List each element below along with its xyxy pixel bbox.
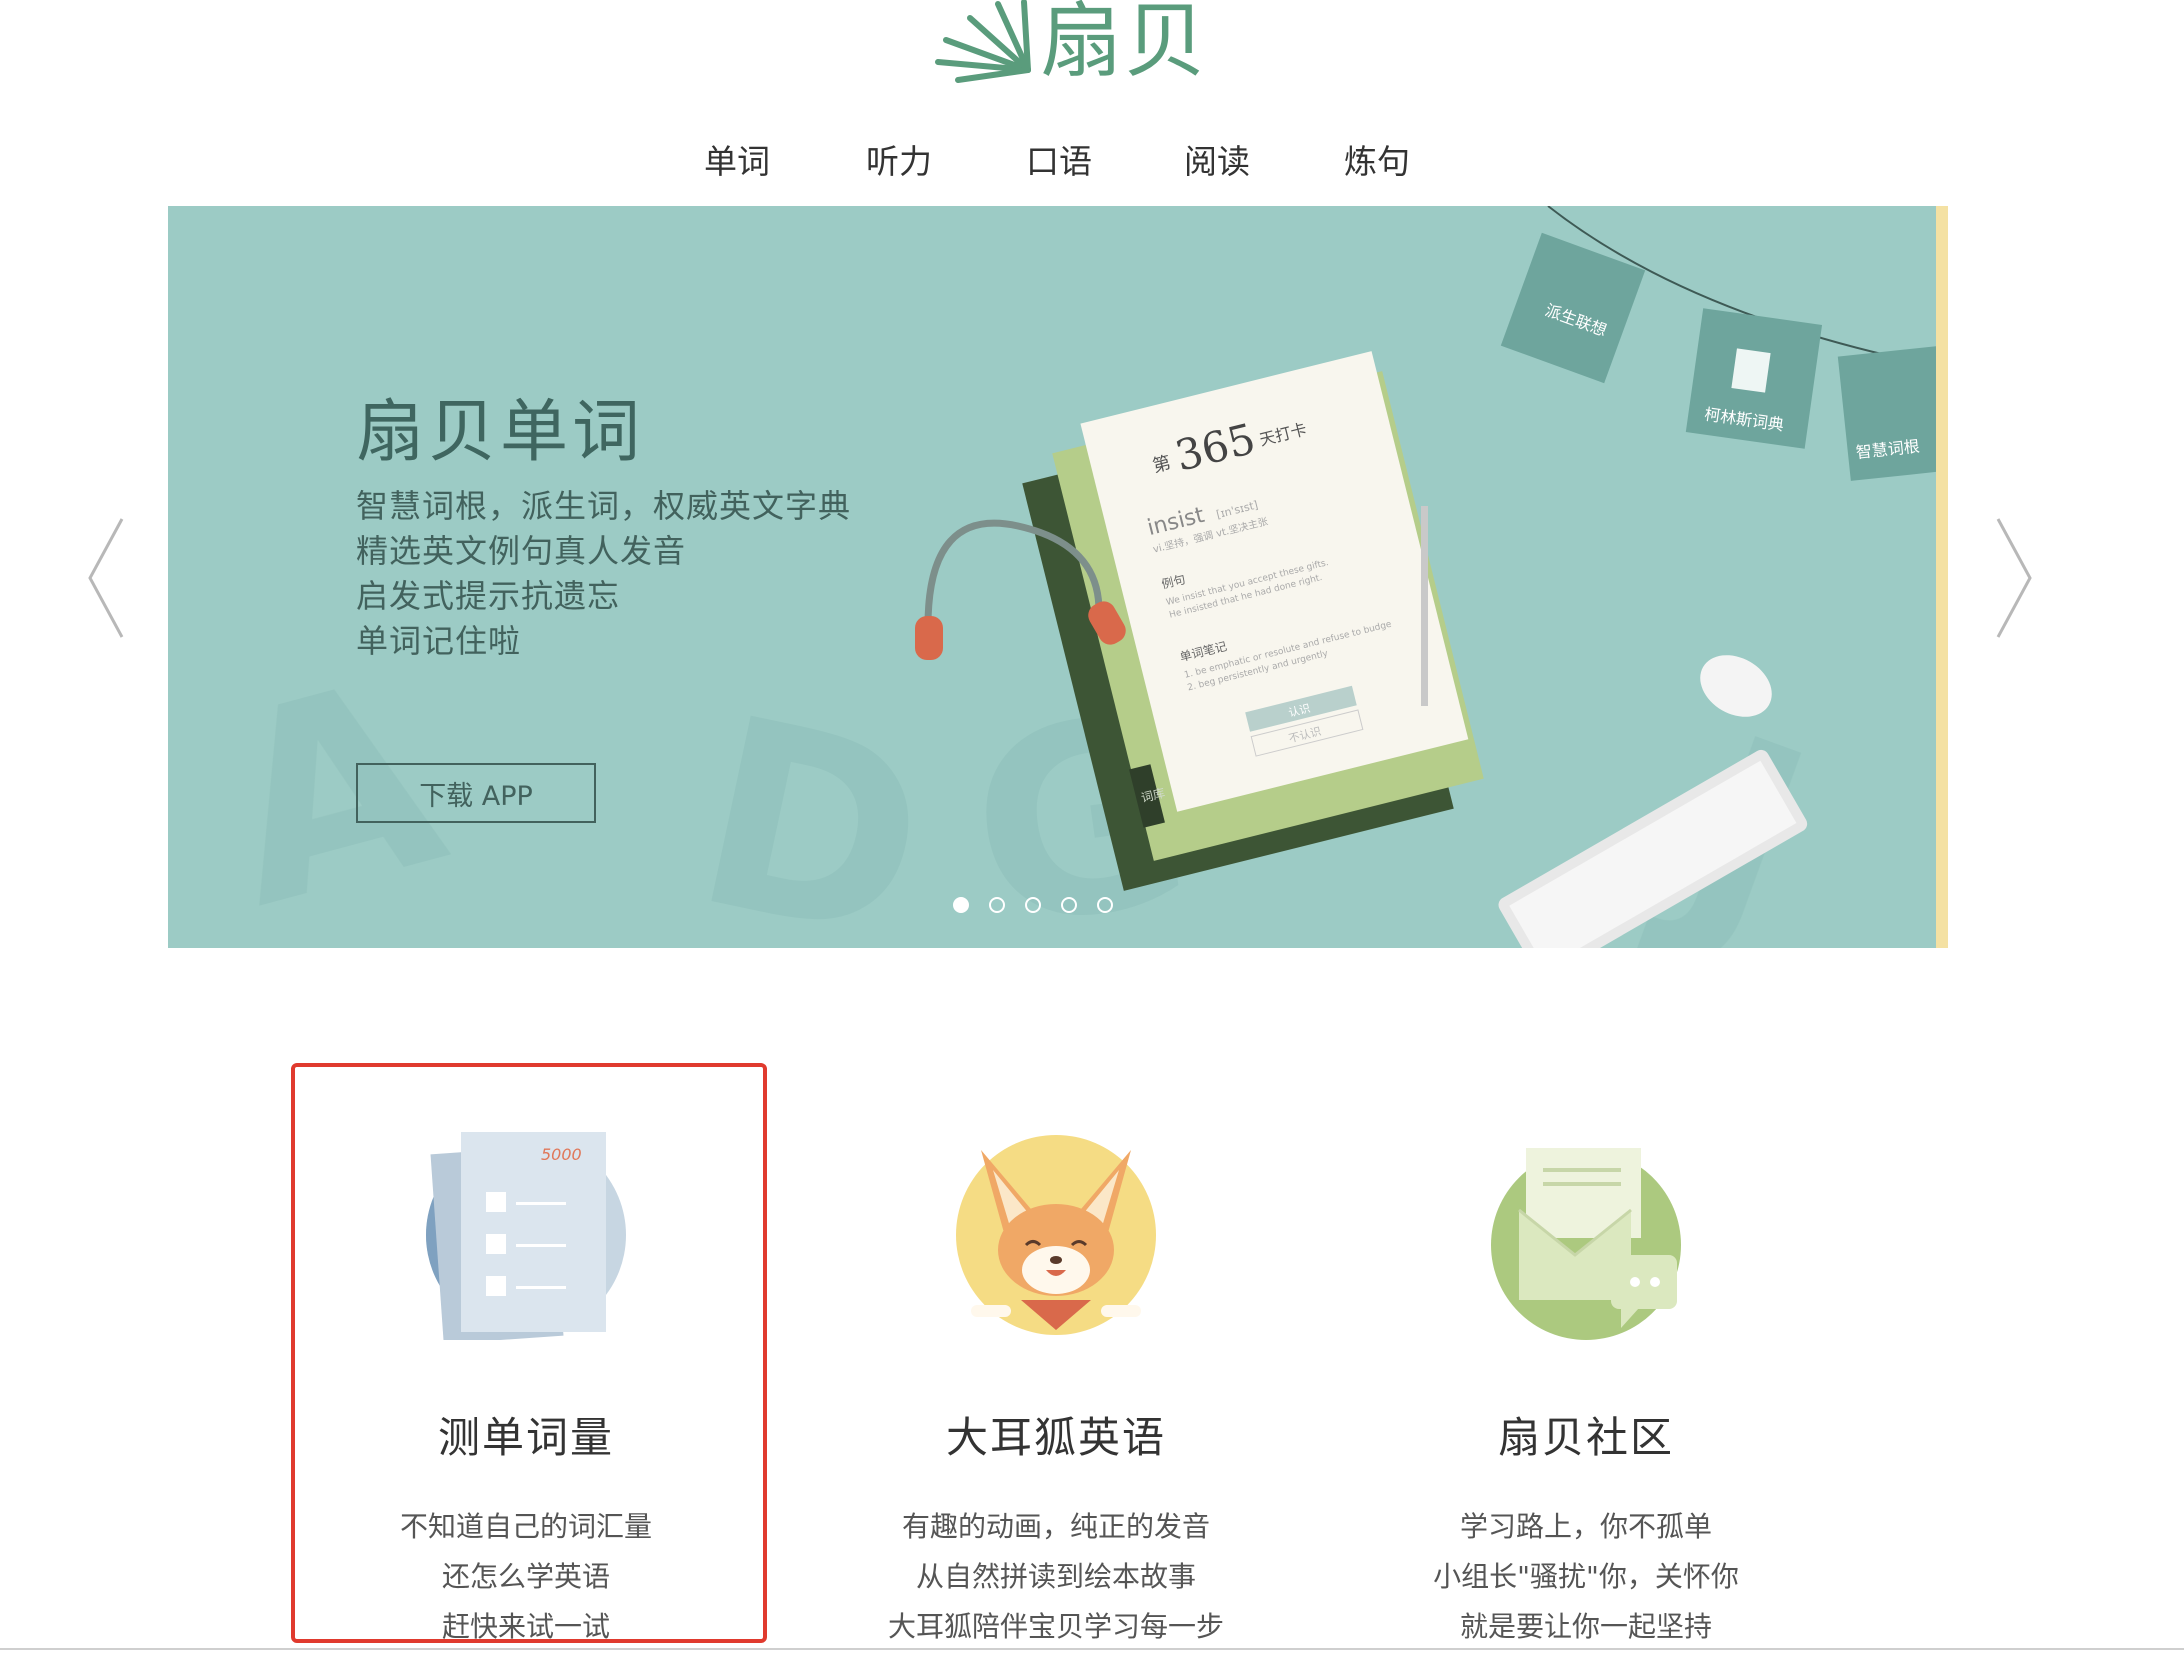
main-nav: 单词 听力 口语 阅读 炼句 xyxy=(0,135,2184,185)
nav-item-speaking[interactable]: 口语 xyxy=(1026,135,1092,183)
feature-title[interactable]: 测单词量 xyxy=(316,1404,736,1465)
banner-edge-strip xyxy=(1936,206,1948,948)
hero-banner[interactable]: A D G J 派生联想 柯林斯词典 智慧词根 第 365 天打卡 i xyxy=(168,206,1936,948)
feature-desc-line: 就是要让你一起坚持 xyxy=(1459,1610,1712,1643)
feature-desc-line: 还怎么学英语 xyxy=(441,1560,610,1593)
carousel-prev-icon[interactable] xyxy=(84,513,130,643)
download-app-button[interactable]: 下载 APP xyxy=(356,763,596,823)
carousel-dot[interactable] xyxy=(1061,897,1077,913)
brand-name[interactable]: 扇贝 xyxy=(1040,0,1208,90)
carousel-next-icon[interactable] xyxy=(1990,513,2036,643)
feature-desc-line: 赶快来试一试 xyxy=(441,1610,610,1643)
carousel-dot[interactable] xyxy=(1097,897,1113,913)
carousel-dot[interactable] xyxy=(1025,897,1041,913)
feature-desc-line: 小组长"骚扰"你，关怀你 xyxy=(1433,1560,1739,1593)
carousel-dot[interactable] xyxy=(953,897,969,913)
banner-line: 单词记住啦 xyxy=(356,622,522,660)
feature-title[interactable]: 扇贝社区 xyxy=(1376,1404,1796,1465)
svg-text:D: D xyxy=(675,661,949,948)
banner-line: 智慧词根，派生词，权威英文字典 xyxy=(356,487,852,525)
feature-desc-line: 从自然拼读到绘本故事 xyxy=(915,1560,1196,1593)
nav-item-listening[interactable]: 听力 xyxy=(866,135,932,183)
vocab-test-icon[interactable]: 5000 xyxy=(421,1130,631,1340)
nav-item-reading[interactable]: 阅读 xyxy=(1184,135,1250,183)
tag-derivatives: 派生联想 xyxy=(1500,232,1646,384)
nav-item-sentences[interactable]: 炼句 xyxy=(1344,135,1410,183)
feature-community[interactable]: 扇贝社区 学习路上，你不孤单 小组长"骚扰"你，关怀你 就是要让你一起坚持 xyxy=(1376,1130,1796,1650)
feature-title[interactable]: 大耳狐英语 xyxy=(846,1404,1266,1465)
feature-desc-line: 大耳狐陪伴宝贝学习每一步 xyxy=(887,1610,1224,1643)
banner-line: 启发式提示抗遗忘 xyxy=(356,577,621,615)
feature-desc-line: 不知道自己的词汇量 xyxy=(399,1510,652,1543)
tag-collins: 柯林斯词典 xyxy=(1685,308,1823,449)
fox-icon[interactable] xyxy=(951,1130,1161,1340)
banner-title: 扇贝单词 xyxy=(356,393,645,472)
feature-desc-line: 有趣的动画，纯正的发音 xyxy=(901,1510,1210,1543)
feature-desc-line: 学习路上，你不孤单 xyxy=(1459,1510,1712,1543)
carousel-dot[interactable] xyxy=(989,897,1005,913)
feature-vocab-test[interactable]: 5000 测单词量 不知道自己的词汇量 还怎么学英语 赶快来试一试 xyxy=(316,1130,736,1650)
feature-fox-english[interactable]: 大耳狐英语 有趣的动画，纯正的发音 从自然拼读到绘本故事 大耳狐陪伴宝贝学习每一… xyxy=(846,1130,1266,1650)
tag-roots: 智慧词根 xyxy=(1837,346,1936,481)
banner-line: 精选英文例句真人发音 xyxy=(356,532,687,570)
community-icon[interactable] xyxy=(1481,1130,1691,1340)
nav-item-words[interactable]: 单词 xyxy=(704,135,770,183)
bottom-divider xyxy=(0,1648,2184,1650)
svg-text:5000: 5000 xyxy=(541,1145,582,1164)
